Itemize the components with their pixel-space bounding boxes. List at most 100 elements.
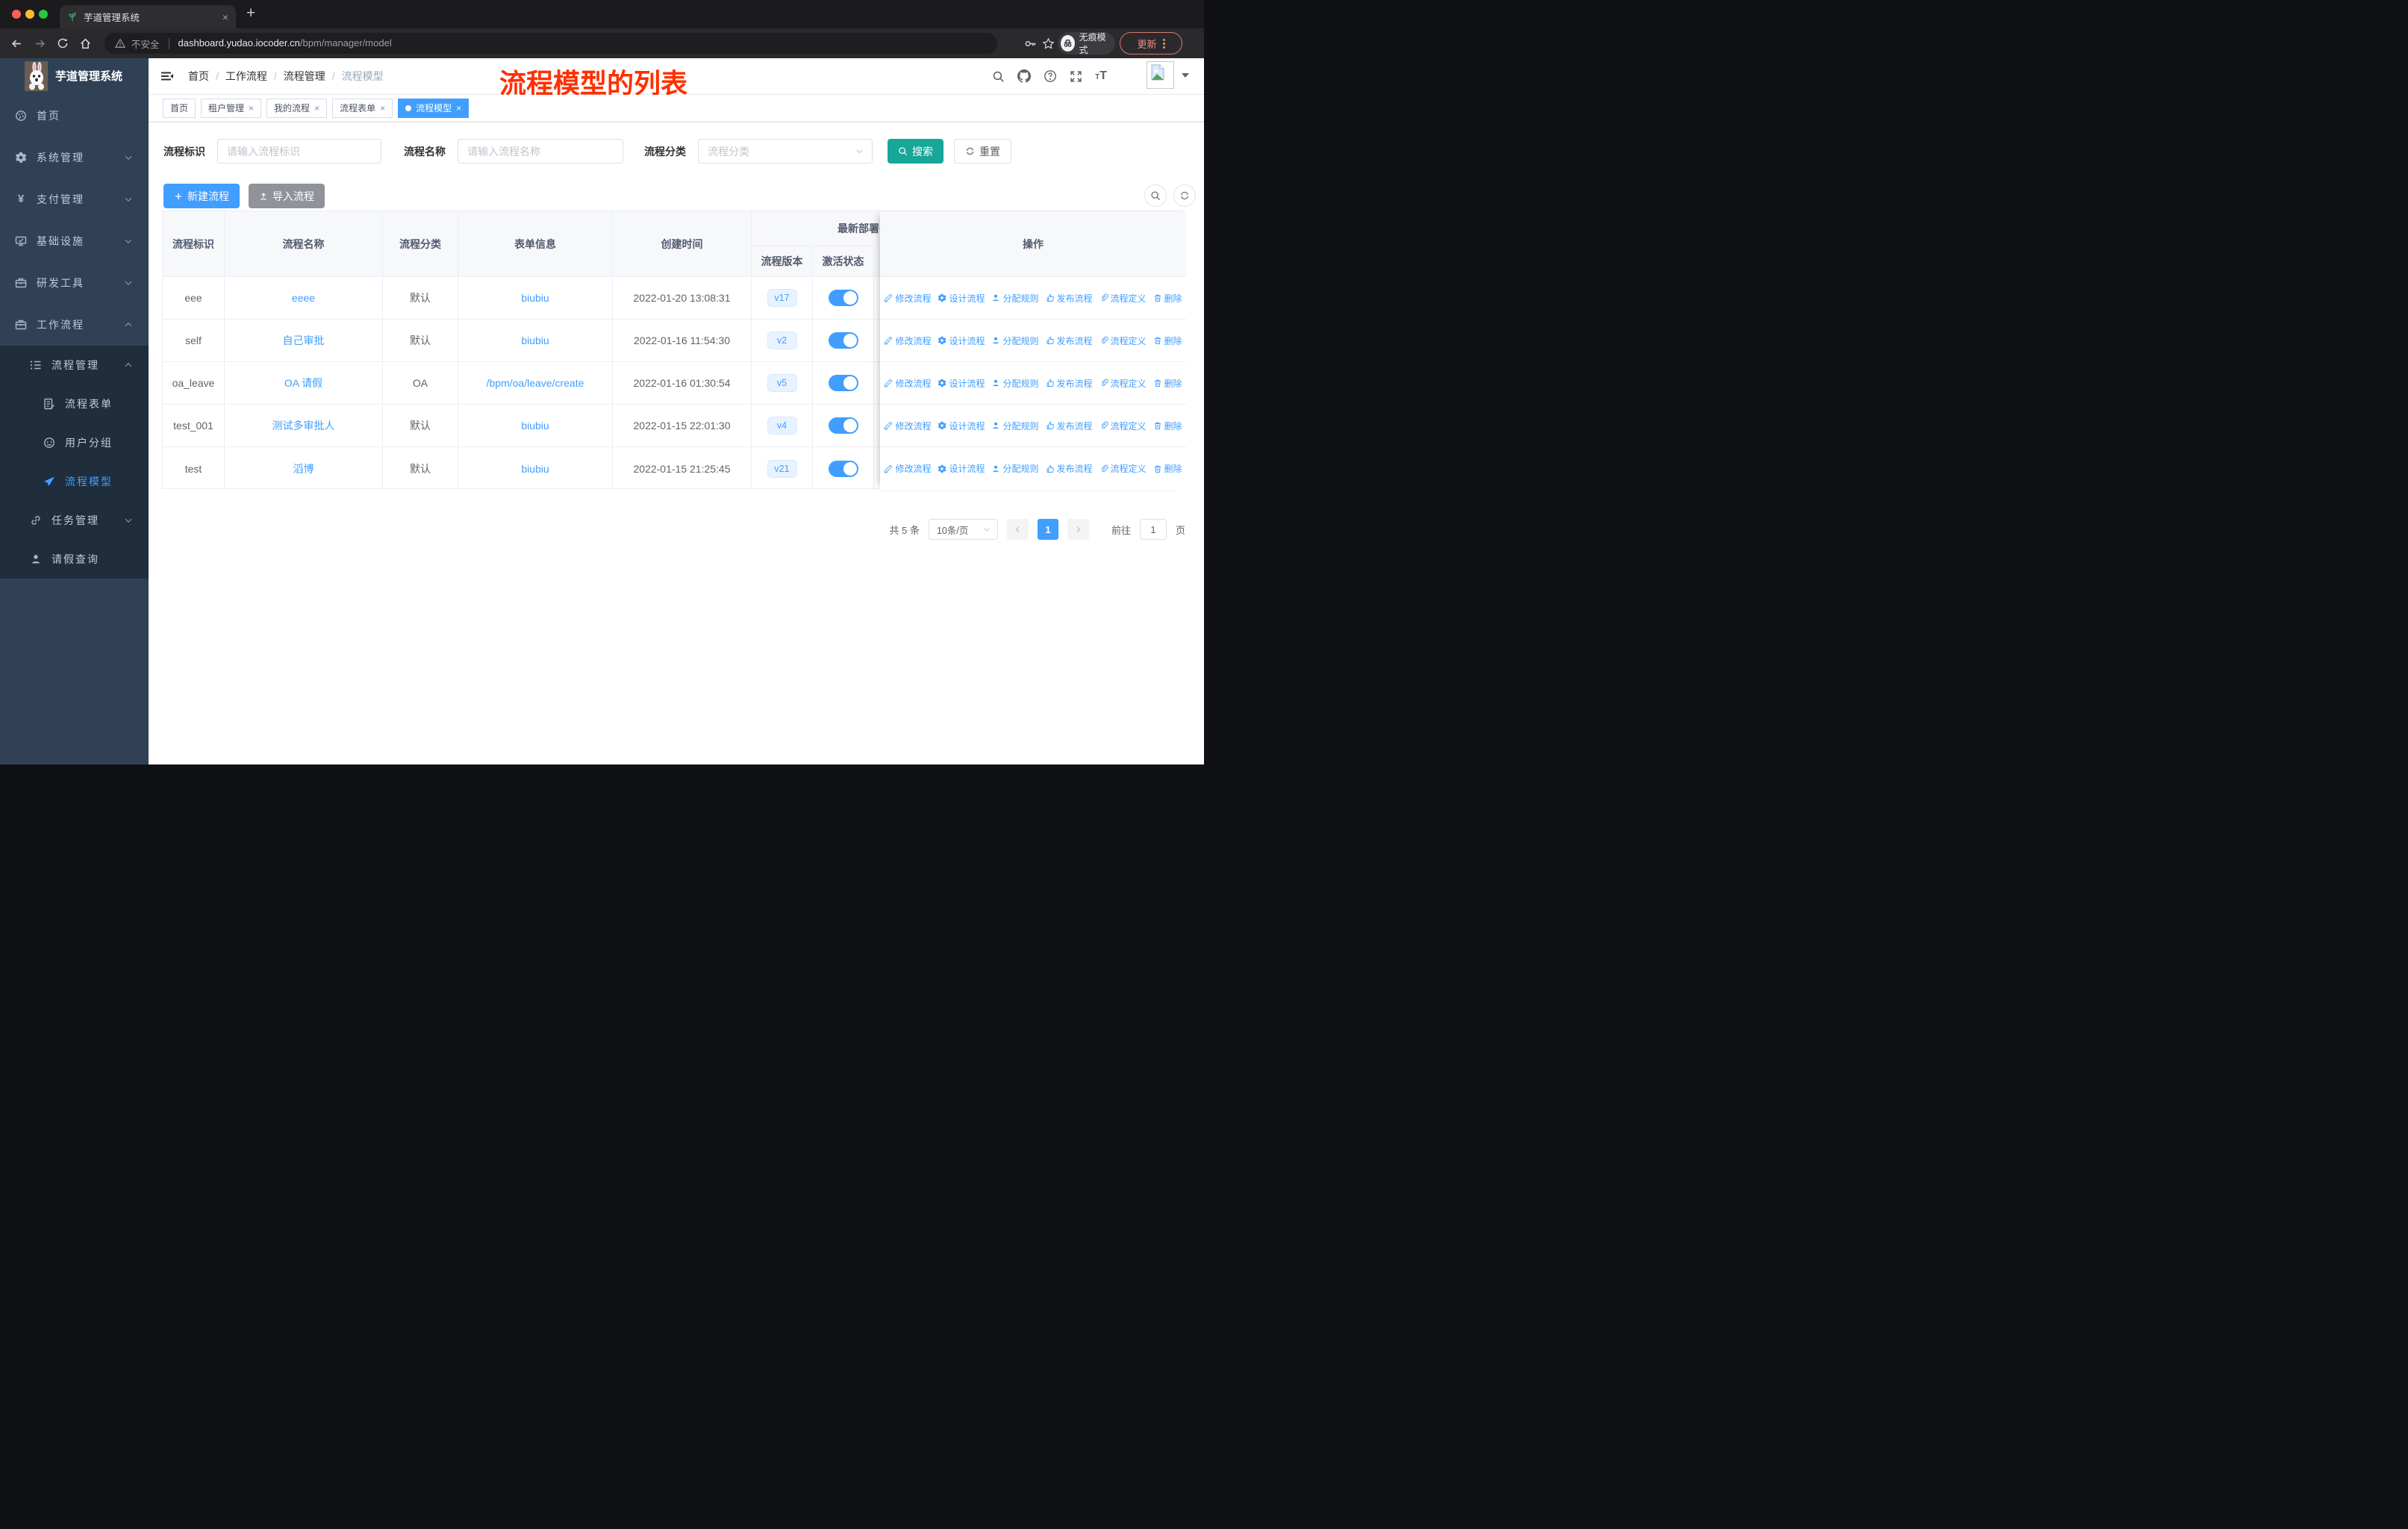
process-name-link[interactable]: eeee: [292, 292, 315, 304]
sidebar-item-process-form[interactable]: 流程表单: [0, 384, 149, 423]
delete-link[interactable]: 删除: [1153, 292, 1182, 305]
cell-name-link[interactable]: 滔博: [225, 447, 383, 490]
breadcrumb-home[interactable]: 首页: [188, 69, 209, 84]
tag-tenant[interactable]: 租户管理 ×: [201, 98, 262, 118]
back-arrow-icon[interactable]: [10, 37, 23, 50]
form-link[interactable]: biubiu: [521, 334, 549, 346]
process-name-input[interactable]: [458, 139, 623, 164]
goto-page-input[interactable]: [1139, 519, 1167, 540]
breadcrumb-workflow[interactable]: 工作流程: [225, 69, 267, 84]
toggle-search-button[interactable]: [1144, 184, 1167, 207]
search-icon[interactable]: [992, 70, 1005, 83]
next-page-button[interactable]: [1067, 519, 1089, 540]
breadcrumb-process-mgmt[interactable]: 流程管理: [284, 69, 325, 84]
search-button[interactable]: 搜索: [888, 139, 943, 164]
process-definition-link[interactable]: 流程定义: [1099, 420, 1147, 432]
home-icon[interactable]: [79, 37, 92, 50]
traffic-minimize-button[interactable]: [25, 10, 34, 19]
cell-form-link[interactable]: biubiu: [458, 447, 613, 490]
prev-page-button[interactable]: [1006, 519, 1029, 540]
sidebar-item-process-model[interactable]: 流程模型: [0, 462, 149, 501]
modify-process-link[interactable]: 修改流程: [884, 377, 931, 390]
reload-icon[interactable]: [57, 37, 69, 49]
assign-rule-link[interactable]: 分配规则: [991, 292, 1039, 305]
cell-form-link[interactable]: biubiu: [458, 320, 613, 361]
sidebar-item-workflow[interactable]: 工作流程: [0, 304, 149, 346]
key-icon[interactable]: [1024, 37, 1037, 50]
sidebar-item-payment[interactable]: ¥ 支付管理: [0, 178, 149, 220]
form-link[interactable]: /bpm/oa/leave/create: [487, 377, 584, 389]
sidebar-item-infra[interactable]: 基础设施: [0, 220, 149, 262]
cell-form-link[interactable]: biubiu: [458, 405, 613, 446]
delete-link[interactable]: 删除: [1153, 462, 1182, 475]
tag-close-icon[interactable]: ×: [249, 103, 254, 113]
publish-process-link[interactable]: 发布流程: [1046, 462, 1093, 475]
publish-process-link[interactable]: 发布流程: [1046, 420, 1093, 432]
form-link[interactable]: biubiu: [521, 463, 549, 475]
current-page-button[interactable]: 1: [1037, 519, 1058, 540]
create-process-button[interactable]: 新建流程: [163, 184, 240, 208]
refresh-table-button[interactable]: [1173, 184, 1196, 207]
collapse-sidebar-icon[interactable]: [160, 70, 174, 82]
assign-rule-link[interactable]: 分配规则: [991, 462, 1039, 475]
new-tab-button[interactable]: +: [246, 4, 255, 22]
assign-rule-link[interactable]: 分配规则: [991, 334, 1039, 347]
modify-process-link[interactable]: 修改流程: [884, 292, 931, 305]
category-select[interactable]: 流程分类: [698, 139, 873, 164]
sidebar-item-home[interactable]: 首页: [0, 95, 149, 137]
form-link[interactable]: biubiu: [521, 292, 549, 304]
cell-name-link[interactable]: 测试多审批人: [225, 405, 383, 446]
address-bar[interactable]: 不安全 dashboard.yudao.iocoder.cn/bpm/manag…: [105, 33, 997, 54]
cell-name-link[interactable]: eeee: [225, 277, 383, 319]
modify-process-link[interactable]: 修改流程: [884, 420, 931, 432]
assign-rule-link[interactable]: 分配规则: [991, 377, 1039, 390]
help-icon[interactable]: [1044, 69, 1057, 83]
avatar[interactable]: [1147, 61, 1174, 89]
form-link[interactable]: biubiu: [521, 420, 549, 432]
browser-update-button[interactable]: 更新: [1120, 32, 1182, 55]
import-process-button[interactable]: 导入流程: [249, 184, 325, 208]
tag-process-form[interactable]: 流程表单 ×: [332, 98, 393, 118]
modify-process-link[interactable]: 修改流程: [884, 462, 931, 475]
publish-process-link[interactable]: 发布流程: [1046, 334, 1093, 347]
tab-close-icon[interactable]: ×: [222, 11, 228, 23]
kebab-menu-icon[interactable]: [1162, 38, 1165, 49]
browser-tab[interactable]: 芋道管理系统 ×: [60, 5, 236, 28]
process-definition-link[interactable]: 流程定义: [1099, 462, 1147, 475]
publish-process-link[interactable]: 发布流程: [1046, 292, 1093, 305]
process-definition-link[interactable]: 流程定义: [1099, 334, 1147, 347]
design-process-link[interactable]: 设计流程: [938, 420, 985, 432]
modify-process-link[interactable]: 修改流程: [884, 334, 931, 347]
star-bookmark-icon[interactable]: [1042, 37, 1055, 50]
fullscreen-icon[interactable]: [1070, 70, 1082, 83]
process-key-input[interactable]: [217, 139, 381, 164]
process-name-link[interactable]: 测试多审批人: [272, 418, 335, 433]
status-toggle[interactable]: [828, 290, 858, 306]
process-name-link[interactable]: OA 请假: [284, 376, 322, 390]
tag-my-process[interactable]: 我的流程 ×: [266, 98, 328, 118]
cell-form-link[interactable]: biubiu: [458, 277, 613, 319]
delete-link[interactable]: 删除: [1153, 377, 1182, 390]
sidebar-item-user-group[interactable]: 用户分组: [0, 423, 149, 462]
tag-home[interactable]: 首页: [163, 98, 196, 118]
design-process-link[interactable]: 设计流程: [938, 334, 985, 347]
sidebar-item-system[interactable]: 系统管理: [0, 137, 149, 178]
process-name-link[interactable]: 自己审批: [283, 333, 325, 348]
status-toggle[interactable]: [828, 332, 858, 349]
delete-link[interactable]: 删除: [1153, 420, 1182, 432]
reset-button[interactable]: 重置: [954, 139, 1011, 164]
process-definition-link[interactable]: 流程定义: [1099, 292, 1147, 305]
caret-down-icon[interactable]: [1182, 73, 1189, 78]
design-process-link[interactable]: 设计流程: [938, 292, 985, 305]
cell-name-link[interactable]: OA 请假: [225, 362, 383, 404]
cell-name-link[interactable]: 自己审批: [225, 320, 383, 361]
process-name-link[interactable]: 滔博: [293, 461, 314, 476]
font-size-icon[interactable]: TT: [1095, 69, 1107, 83]
design-process-link[interactable]: 设计流程: [938, 377, 985, 390]
status-toggle[interactable]: [828, 417, 858, 434]
assign-rule-link[interactable]: 分配规则: [991, 420, 1039, 432]
traffic-zoom-button[interactable]: [39, 10, 48, 19]
design-process-link[interactable]: 设计流程: [938, 462, 985, 475]
sidebar-item-process-mgmt[interactable]: 流程管理: [0, 346, 149, 384]
tag-close-icon[interactable]: ×: [380, 103, 385, 113]
